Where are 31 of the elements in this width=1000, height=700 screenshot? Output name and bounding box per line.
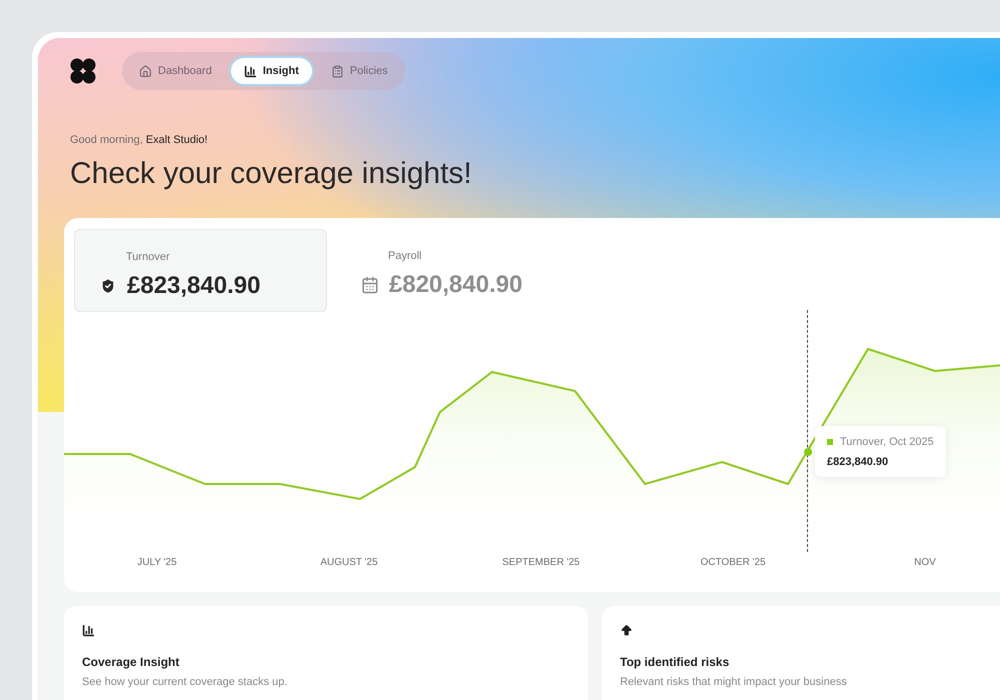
axis-label: JULY '25 (137, 556, 177, 570)
shield-icon (99, 276, 117, 294)
nav-tab[interactable]: Insight (228, 56, 314, 86)
arrow-up-icon (620, 624, 633, 637)
metric-tab[interactable]: Payroll £820,840.90 (361, 229, 614, 312)
tooltip-value: £823,840.90 (827, 454, 890, 470)
page-title: Check your coverage insights! (70, 158, 473, 188)
calendar-icon (361, 276, 379, 294)
axis-label: SEPTEMBER '25 (502, 556, 580, 570)
metric-tab[interactable]: Turnover £823,840.90 (74, 229, 327, 312)
card-subtitle: See how your current coverage stacks up. (82, 675, 288, 690)
nav-tab[interactable]: Policies (318, 56, 401, 86)
card-title: Coverage Insight (82, 654, 180, 671)
tooltip-label: Turnover, Oct 2025 (840, 435, 934, 450)
axis-label: OCTOBER '25 (700, 556, 766, 570)
greeting-text: Good morning, Exalt Studio! (70, 133, 209, 148)
hover-point (804, 448, 812, 456)
bar-chart-icon (82, 624, 95, 637)
metric-value: £820,840.90 (389, 270, 522, 300)
metric-label: Payroll (388, 250, 422, 262)
metric-label: Turnover (126, 251, 170, 263)
home-icon (139, 64, 152, 78)
card-subtitle: Relevant risks that might impact your business (620, 675, 848, 690)
axis-label: NOV (914, 556, 936, 570)
card-title: Top identified risks (620, 654, 730, 671)
bar-chart-icon (244, 64, 257, 78)
metric-value: £823,840.90 (127, 270, 260, 300)
logo-icon (70, 58, 96, 84)
nav-tab[interactable]: Dashboard (126, 56, 225, 86)
clipboard-icon (330, 64, 344, 78)
axis-label: AUGUST '25 (320, 556, 378, 570)
